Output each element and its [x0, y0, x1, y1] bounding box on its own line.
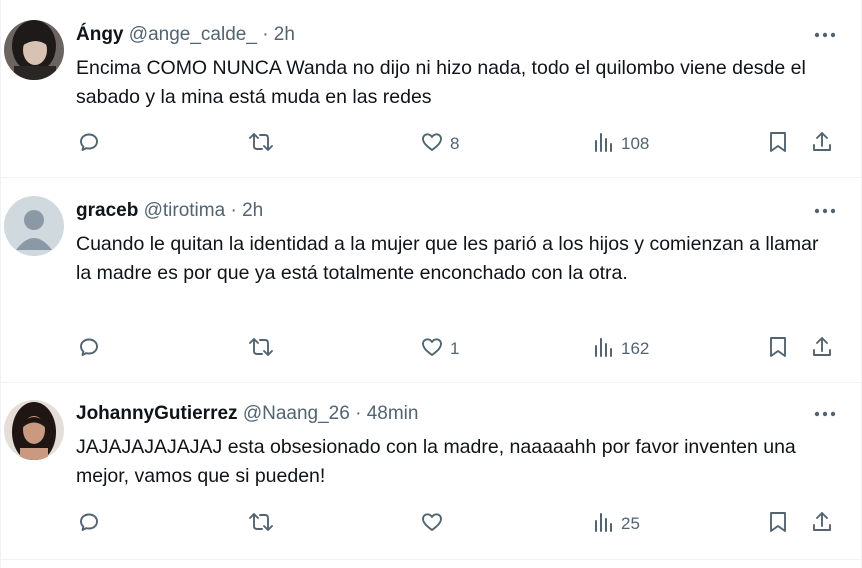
views-icon: [593, 335, 615, 364]
retweet-icon: [248, 335, 274, 364]
like-count: 8: [450, 134, 460, 153]
like-button[interactable]: 1: [420, 334, 459, 364]
heart-icon: [420, 130, 444, 159]
timestamp[interactable]: 48min: [367, 403, 419, 424]
avatar[interactable]: [4, 20, 64, 80]
timestamp[interactable]: 2h: [242, 200, 263, 221]
reply-button[interactable]: [77, 129, 101, 159]
user-handle[interactable]: @Naang_26: [243, 403, 350, 424]
bookmark-button[interactable]: [767, 129, 789, 159]
share-icon: [810, 130, 834, 159]
timestamp[interactable]: 2h: [274, 24, 295, 45]
retweet-icon: [248, 510, 274, 539]
more-icon[interactable]: [807, 22, 843, 48]
like-button[interactable]: [420, 509, 450, 539]
avatar-photo: [4, 20, 64, 80]
display-name[interactable]: graceb: [76, 200, 138, 221]
tweet-actions: 1 162: [1, 334, 861, 364]
views-button[interactable]: 162: [593, 334, 649, 364]
more-icon[interactable]: [807, 401, 843, 427]
tweet-feed: Ángy @ange_calde_ · 2h Encima COMO NUNCA…: [0, 0, 862, 568]
avatar-photo: [4, 400, 64, 460]
heart-icon: [420, 510, 444, 539]
reply-icon: [77, 335, 101, 364]
display-name[interactable]: Ángy: [76, 24, 124, 45]
separator-dot: ·: [262, 24, 269, 45]
tweet-header: JohannyGutierrez @Naang_26 · 48min: [76, 401, 831, 427]
tweet-text: JAJAJAJAJAJAJ esta obsesionado con la ma…: [76, 436, 796, 487]
tweet-header: Ángy @ange_calde_ · 2h: [76, 22, 831, 48]
reply-icon: [77, 510, 101, 539]
tweet[interactable]: Ángy @ange_calde_ · 2h Encima COMO NUNCA…: [1, 0, 861, 178]
view-count: 108: [621, 134, 650, 153]
retweet-button[interactable]: [248, 334, 274, 364]
display-name[interactable]: JohannyGutierrez: [76, 403, 238, 424]
more-icon[interactable]: [807, 198, 843, 224]
views-icon: [593, 130, 615, 159]
retweet-button[interactable]: [248, 129, 274, 159]
share-button[interactable]: [810, 509, 834, 539]
user-handle[interactable]: @tirotima: [144, 200, 226, 221]
tweet-actions: 25: [1, 509, 861, 539]
retweet-button[interactable]: [248, 509, 274, 539]
reply-icon: [77, 130, 101, 159]
views-button[interactable]: 25: [593, 509, 640, 539]
bookmark-icon: [767, 130, 789, 159]
share-icon: [810, 335, 834, 364]
bookmark-button[interactable]: [767, 509, 789, 539]
bookmark-button[interactable]: [767, 334, 789, 364]
user-handle[interactable]: @ange_calde_: [129, 24, 257, 45]
avatar[interactable]: [4, 400, 64, 460]
separator-dot: ·: [230, 200, 237, 221]
tweet[interactable]: graceb @tirotima · 2h Cuando le quitan l…: [1, 178, 861, 383]
like-button[interactable]: 8: [420, 129, 459, 159]
tweet-text: Encima COMO NUNCA Wanda no dijo ni hizo …: [76, 57, 806, 108]
bookmark-icon: [767, 335, 789, 364]
tweet-header: graceb @tirotima · 2h: [76, 198, 831, 224]
tweet-actions: 8 108: [1, 129, 861, 159]
views-button[interactable]: 108: [593, 129, 649, 159]
view-count: 25: [621, 514, 640, 533]
reply-button[interactable]: [77, 509, 101, 539]
retweet-icon: [248, 130, 274, 159]
default-profile-icon: [4, 196, 64, 256]
views-icon: [593, 510, 615, 539]
share-icon: [810, 510, 834, 539]
heart-icon: [420, 335, 444, 364]
share-button[interactable]: [810, 129, 834, 159]
tweet[interactable]: JohannyGutierrez @Naang_26 · 48min JAJAJ…: [1, 383, 861, 560]
reply-button[interactable]: [77, 334, 101, 364]
bookmark-icon: [767, 510, 789, 539]
share-button[interactable]: [810, 334, 834, 364]
like-count: 1: [450, 339, 460, 358]
view-count: 162: [621, 339, 650, 358]
tweet-text: Cuando le quitan la identidad a la mujer…: [76, 233, 819, 284]
separator-dot: ·: [355, 403, 362, 424]
avatar[interactable]: [4, 196, 64, 256]
